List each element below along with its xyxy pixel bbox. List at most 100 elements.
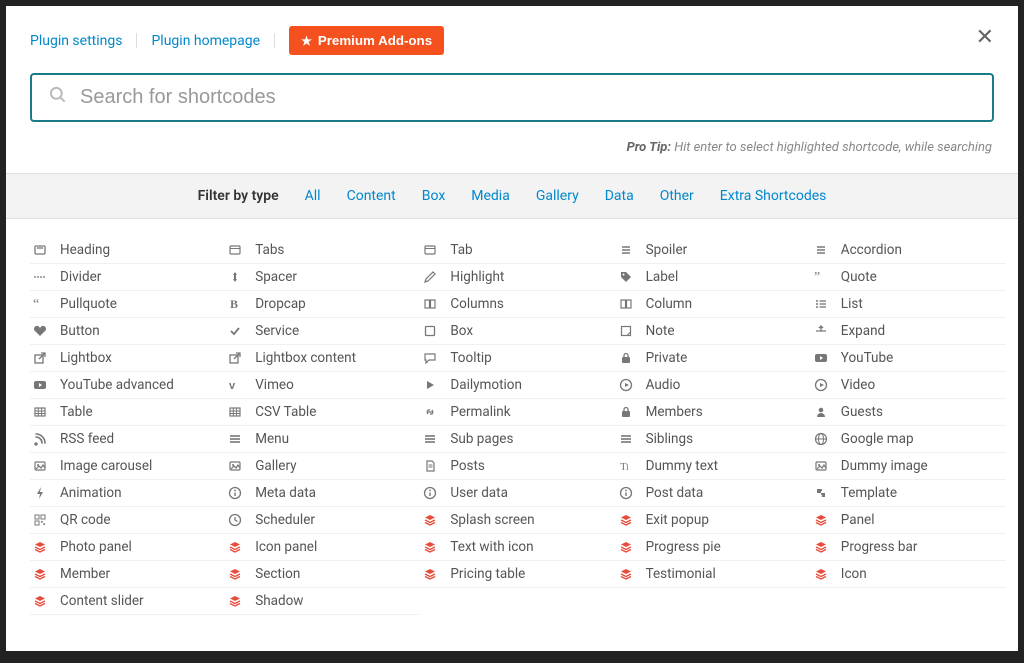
shortcode-column: SpoilerLabelColumnNotePrivateAudioMember… bbox=[616, 237, 811, 615]
shortcode-pullquote[interactable]: Pullquote bbox=[30, 291, 225, 318]
shortcode-qr-code[interactable]: QR code bbox=[30, 507, 225, 534]
shortcode-testimonial[interactable]: Testimonial bbox=[616, 561, 811, 588]
shortcode-spacer[interactable]: Spacer bbox=[225, 264, 420, 291]
shortcode-menu[interactable]: Menu bbox=[225, 426, 420, 453]
shortcode-heading[interactable]: Heading bbox=[30, 237, 225, 264]
shortcode-service[interactable]: Service bbox=[225, 318, 420, 345]
filter-media[interactable]: Media bbox=[471, 188, 510, 204]
shortcode-spoiler[interactable]: Spoiler bbox=[616, 237, 811, 264]
shortcode-section[interactable]: Section bbox=[225, 561, 420, 588]
shortcode-label: Permalink bbox=[450, 404, 510, 420]
shortcode-post-data[interactable]: Post data bbox=[616, 480, 811, 507]
shortcode-youtube[interactable]: YouTube bbox=[811, 345, 1006, 372]
shortcode-label[interactable]: Label bbox=[616, 264, 811, 291]
heart-icon bbox=[32, 323, 48, 339]
image-icon bbox=[32, 458, 48, 474]
shortcode-divider[interactable]: Divider bbox=[30, 264, 225, 291]
shortcode-label: Button bbox=[60, 323, 100, 339]
shortcode-posts[interactable]: Posts bbox=[420, 453, 615, 480]
shortcode-dummy-image[interactable]: Dummy image bbox=[811, 453, 1006, 480]
shortcode-video[interactable]: Video bbox=[811, 372, 1006, 399]
shortcode-progress-pie[interactable]: Progress pie bbox=[616, 534, 811, 561]
shortcode-animation[interactable]: Animation bbox=[30, 480, 225, 507]
shortcode-google-map[interactable]: Google map bbox=[811, 426, 1006, 453]
plugin-settings-link[interactable]: Plugin settings bbox=[30, 33, 122, 49]
shortcode-label: Photo panel bbox=[60, 539, 132, 555]
shortcode-pricing-table[interactable]: Pricing table bbox=[420, 561, 615, 588]
shortcode-table[interactable]: Table bbox=[30, 399, 225, 426]
shortcode-label: Lightbox bbox=[60, 350, 112, 366]
shortcode-gallery[interactable]: Gallery bbox=[225, 453, 420, 480]
shortcode-template[interactable]: Template bbox=[811, 480, 1006, 507]
shortcode-panel[interactable]: Panel bbox=[811, 507, 1006, 534]
shortcode-column[interactable]: Column bbox=[616, 291, 811, 318]
shortcode-label: Template bbox=[841, 485, 897, 501]
filter-box[interactable]: Box bbox=[422, 188, 446, 204]
shortcode-youtube-advanced[interactable]: YouTube advanced bbox=[30, 372, 225, 399]
shortcode-siblings[interactable]: Siblings bbox=[616, 426, 811, 453]
shortcode-icon-panel[interactable]: Icon panel bbox=[225, 534, 420, 561]
shortcode-dummy-text[interactable]: Dummy text bbox=[616, 453, 811, 480]
shortcode-highlight[interactable]: Highlight bbox=[420, 264, 615, 291]
premium-addons-button[interactable]: ★ Premium Add-ons bbox=[289, 26, 444, 55]
shortcode-expand[interactable]: Expand bbox=[811, 318, 1006, 345]
close-button[interactable]: ✕ bbox=[976, 24, 994, 50]
shortcode-guests[interactable]: Guests bbox=[811, 399, 1006, 426]
plugin-homepage-link[interactable]: Plugin homepage bbox=[151, 33, 260, 49]
filter-data[interactable]: Data bbox=[605, 188, 634, 204]
shortcode-splash-screen[interactable]: Splash screen bbox=[420, 507, 615, 534]
arrows-v-icon bbox=[227, 269, 243, 285]
shortcode-tab[interactable]: Tab bbox=[420, 237, 615, 264]
shortcode-vimeo[interactable]: Vimeo bbox=[225, 372, 420, 399]
shortcode-audio[interactable]: Audio bbox=[616, 372, 811, 399]
shortcode-label: Progress pie bbox=[646, 539, 721, 555]
shortcode-columns[interactable]: Columns bbox=[420, 291, 615, 318]
shortcode-image-carousel[interactable]: Image carousel bbox=[30, 453, 225, 480]
shortcode-member[interactable]: Member bbox=[30, 561, 225, 588]
shortcode-dailymotion[interactable]: Dailymotion bbox=[420, 372, 615, 399]
shortcode-button[interactable]: Button bbox=[30, 318, 225, 345]
top-bar: Plugin settings Plugin homepage ★ Premiu… bbox=[6, 6, 1018, 73]
shortcode-icon[interactable]: Icon bbox=[811, 561, 1006, 588]
shortcode-user-data[interactable]: User data bbox=[420, 480, 615, 507]
shortcode-sub-pages[interactable]: Sub pages bbox=[420, 426, 615, 453]
shortcode-progress-bar[interactable]: Progress bar bbox=[811, 534, 1006, 561]
shortcode-label: Dailymotion bbox=[450, 377, 522, 393]
shortcode-private[interactable]: Private bbox=[616, 345, 811, 372]
qr-icon bbox=[32, 512, 48, 528]
shortcode-accordion[interactable]: Accordion bbox=[811, 237, 1006, 264]
shortcode-shadow[interactable]: Shadow bbox=[225, 588, 420, 615]
doc-icon bbox=[422, 458, 438, 474]
shortcode-csv-table[interactable]: CSV Table bbox=[225, 399, 420, 426]
shortcode-label: Image carousel bbox=[60, 458, 152, 474]
shortcode-photo-panel[interactable]: Photo panel bbox=[30, 534, 225, 561]
shortcode-dropcap[interactable]: Dropcap bbox=[225, 291, 420, 318]
shortcode-text-with-icon[interactable]: Text with icon bbox=[420, 534, 615, 561]
filter-gallery[interactable]: Gallery bbox=[536, 188, 579, 204]
shortcode-scheduler[interactable]: Scheduler bbox=[225, 507, 420, 534]
shortcode-rss-feed[interactable]: RSS feed bbox=[30, 426, 225, 453]
shortcode-permalink[interactable]: Permalink bbox=[420, 399, 615, 426]
stack-icon bbox=[227, 593, 243, 609]
filter-other[interactable]: Other bbox=[660, 188, 694, 204]
shortcode-lightbox-content[interactable]: Lightbox content bbox=[225, 345, 420, 372]
shortcode-exit-popup[interactable]: Exit popup bbox=[616, 507, 811, 534]
play-c-icon bbox=[618, 377, 634, 393]
vimeo-icon bbox=[227, 377, 243, 393]
shortcode-box[interactable]: Box bbox=[420, 318, 615, 345]
shortcode-lightbox[interactable]: Lightbox bbox=[30, 345, 225, 372]
shortcode-content-slider[interactable]: Content slider bbox=[30, 588, 225, 615]
shortcode-label: Lightbox content bbox=[255, 350, 356, 366]
filter-extra-shortcodes[interactable]: Extra Shortcodes bbox=[720, 188, 827, 204]
shortcode-list[interactable]: List bbox=[811, 291, 1006, 318]
shortcode-tooltip[interactable]: Tooltip bbox=[420, 345, 615, 372]
filter-content[interactable]: Content bbox=[347, 188, 396, 204]
shortcode-label: Menu bbox=[255, 431, 289, 447]
shortcode-quote[interactable]: Quote bbox=[811, 264, 1006, 291]
shortcode-meta-data[interactable]: Meta data bbox=[225, 480, 420, 507]
shortcode-members[interactable]: Members bbox=[616, 399, 811, 426]
search-input[interactable] bbox=[80, 86, 976, 109]
filter-all[interactable]: All bbox=[305, 188, 321, 204]
shortcode-note[interactable]: Note bbox=[616, 318, 811, 345]
shortcode-tabs[interactable]: Tabs bbox=[225, 237, 420, 264]
